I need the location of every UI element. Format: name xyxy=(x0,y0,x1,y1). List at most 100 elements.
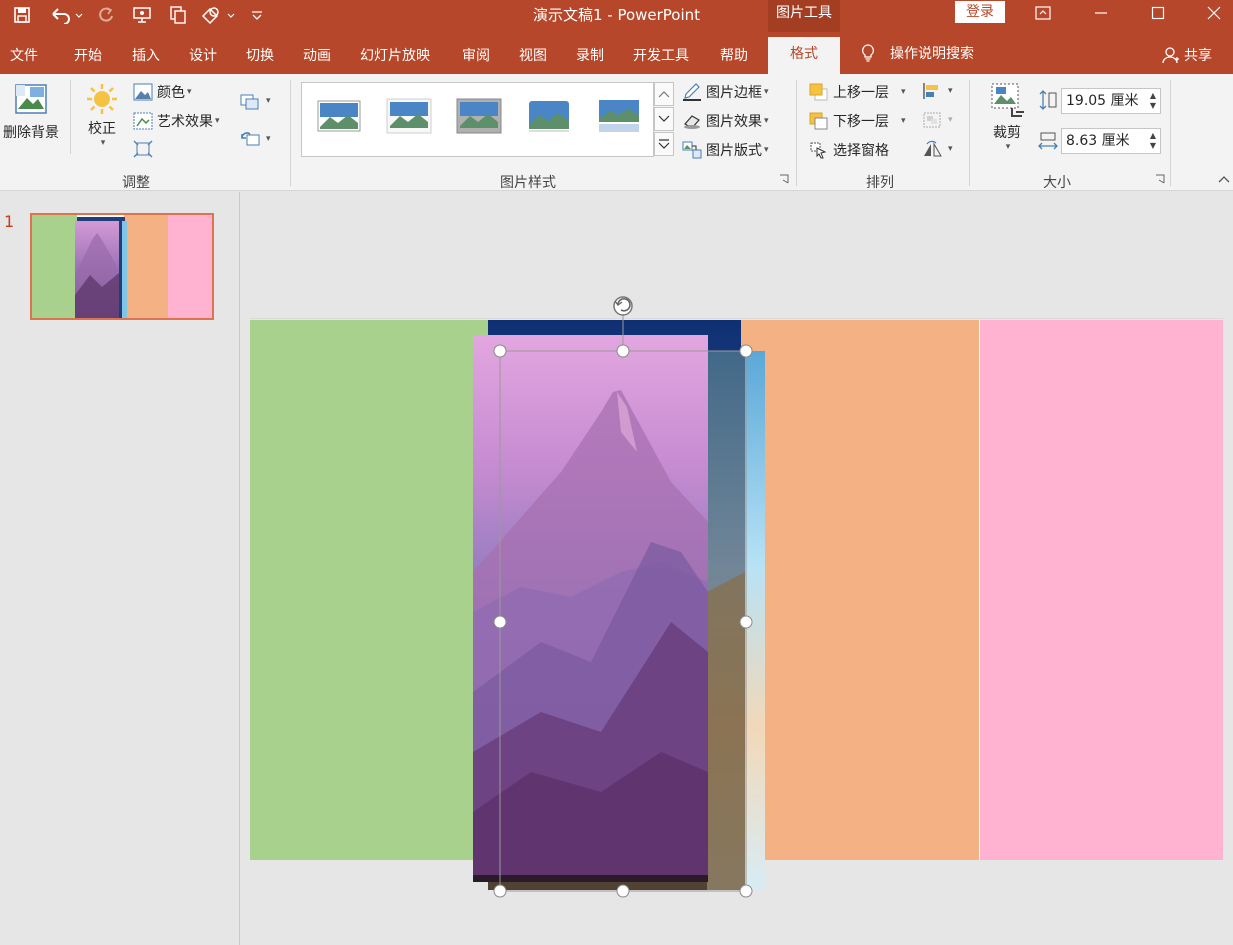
tell-me-search[interactable]: 操作说明搜索 xyxy=(860,43,974,63)
style-thumbnail[interactable] xyxy=(526,97,572,135)
dialog-launcher-icon xyxy=(1156,174,1165,184)
dropdown-icon: ▾ xyxy=(948,144,953,154)
resize-handle[interactable] xyxy=(493,884,507,898)
adjust-group-label: 调整 xyxy=(122,175,150,191)
picture-styles-group-label: 图片样式 xyxy=(500,175,556,191)
artistic-effects-label: 艺术效果 xyxy=(157,114,213,130)
resize-handle[interactable] xyxy=(616,884,630,898)
dropdown-icon: ▾ xyxy=(764,87,769,97)
slide-contents xyxy=(250,296,1223,898)
resize-handle[interactable] xyxy=(493,344,507,358)
send-backward-icon xyxy=(809,112,828,130)
layout-icon xyxy=(682,141,702,159)
water-landscape-picture[interactable] xyxy=(707,351,765,890)
compress-pictures-button[interactable] xyxy=(133,140,157,158)
tab-transitions[interactable]: 切换 xyxy=(246,45,274,65)
corrections-button[interactable]: 校正 ▾ xyxy=(82,82,122,162)
width-field[interactable]: 8.63 厘米 ▲ ▼ xyxy=(1061,128,1161,154)
dropdown-icon: ▾ xyxy=(215,116,220,126)
crop-button[interactable]: 裁剪 ▾ xyxy=(986,82,1028,164)
resize-handle[interactable] xyxy=(739,884,753,898)
resize-handle[interactable] xyxy=(616,344,630,358)
height-icon xyxy=(1038,89,1058,111)
tab-home[interactable]: 开始 xyxy=(74,45,102,65)
share-label: 共享 xyxy=(1184,48,1212,64)
mountain-picture[interactable] xyxy=(473,335,708,882)
rotate-handle-icon[interactable] xyxy=(613,296,633,316)
resize-handle[interactable] xyxy=(739,344,753,358)
tab-record[interactable]: 录制 xyxy=(576,45,604,65)
style-thumbnail[interactable] xyxy=(456,97,502,135)
bring-forward-button[interactable]: 上移一层 ▾ xyxy=(809,82,906,102)
selection-pane-button[interactable]: 选择窗格 xyxy=(809,140,889,160)
artistic-effects-button[interactable]: 艺术效果 ▾ xyxy=(133,111,220,131)
resize-handle[interactable] xyxy=(493,615,507,629)
divider xyxy=(969,80,970,186)
resize-handle[interactable] xyxy=(739,615,753,629)
spin-down-icon[interactable]: ▼ xyxy=(1150,141,1156,151)
tab-animations[interactable]: 动画 xyxy=(303,45,331,65)
style-thumbnail[interactable] xyxy=(596,97,642,135)
tab-file[interactable]: 文件 xyxy=(10,45,38,65)
ribbon-display-options-icon[interactable] xyxy=(1020,0,1066,26)
remove-background-icon xyxy=(15,84,47,114)
minimize-icon[interactable] xyxy=(1078,0,1124,26)
spin-up-icon[interactable]: ▲ xyxy=(1150,131,1156,141)
style-thumbnail[interactable] xyxy=(386,97,432,135)
picture-border-button[interactable]: 图片边框 ▾ xyxy=(682,82,769,102)
tab-view[interactable]: 视图 xyxy=(519,45,547,65)
share-button[interactable]: 共享 xyxy=(1162,45,1212,65)
tab-design[interactable]: 设计 xyxy=(189,45,217,65)
rotate-icon xyxy=(924,140,942,157)
tab-insert[interactable]: 插入 xyxy=(132,45,160,65)
sun-icon xyxy=(87,84,117,114)
close-icon[interactable] xyxy=(1191,0,1233,26)
dropdown-icon: ▾ xyxy=(100,138,106,148)
reset-picture-button[interactable]: ▾ xyxy=(240,130,271,148)
corrections-label: 校正 xyxy=(88,121,116,137)
dropdown-icon: ▾ xyxy=(266,134,271,144)
green-panel[interactable] xyxy=(250,320,488,860)
orange-panel[interactable] xyxy=(741,320,979,860)
divider xyxy=(1170,80,1171,186)
change-picture-button[interactable]: ▾ xyxy=(240,92,271,110)
spin-down-icon[interactable]: ▼ xyxy=(1150,101,1156,111)
pink-panel[interactable] xyxy=(980,320,1223,860)
login-button[interactable]: 登录 xyxy=(955,1,1005,23)
picture-layout-button[interactable]: 图片版式 ▾ xyxy=(682,140,769,160)
slide-thumbnail[interactable] xyxy=(30,213,214,320)
selection-pane-label: 选择窗格 xyxy=(833,143,889,159)
height-field[interactable]: 19.05 厘米 ▲ ▼ xyxy=(1061,88,1161,114)
bring-forward-label: 上移一层 xyxy=(833,85,889,101)
maximize-icon[interactable] xyxy=(1135,0,1181,26)
tab-format[interactable]: 格式 xyxy=(768,37,840,74)
tab-help[interactable]: 帮助 xyxy=(720,45,748,65)
tab-slideshow[interactable]: 幻灯片放映 xyxy=(360,45,430,65)
slide-editing-canvas xyxy=(241,192,1233,945)
selection-pane-icon xyxy=(810,142,827,159)
collapse-ribbon-icon[interactable] xyxy=(1218,175,1230,183)
align-button[interactable]: ▾ xyxy=(922,82,953,100)
color-button[interactable]: 颜色 ▾ xyxy=(133,82,192,102)
reset-picture-icon xyxy=(241,132,260,146)
tab-review[interactable]: 审阅 xyxy=(462,45,490,65)
tab-developer[interactable]: 开发工具 xyxy=(633,45,689,65)
group-objects-button[interactable]: ▾ xyxy=(922,111,953,129)
picture-effects-button[interactable]: 图片效果 ▾ xyxy=(682,111,769,131)
bring-forward-icon xyxy=(809,83,828,101)
spin-up-icon[interactable]: ▲ xyxy=(1150,91,1156,101)
remove-background-button[interactable]: 删除背景 xyxy=(0,82,62,152)
gallery-scroll-down-button[interactable] xyxy=(654,107,674,131)
pencil-icon xyxy=(683,83,701,101)
size-dialog-launcher[interactable] xyxy=(1155,174,1165,184)
divider xyxy=(290,80,291,186)
divider xyxy=(796,80,797,186)
gallery-more-button[interactable] xyxy=(654,132,674,156)
dropdown-icon: ▾ xyxy=(901,87,906,97)
gallery-scroll-up-button[interactable] xyxy=(654,82,674,106)
picture-styles-dialog-launcher[interactable] xyxy=(779,174,789,184)
person-icon xyxy=(1162,47,1179,64)
style-thumbnail[interactable] xyxy=(316,97,362,135)
rotate-button[interactable]: ▾ xyxy=(922,140,953,158)
send-backward-button[interactable]: 下移一层 ▾ xyxy=(809,111,906,131)
